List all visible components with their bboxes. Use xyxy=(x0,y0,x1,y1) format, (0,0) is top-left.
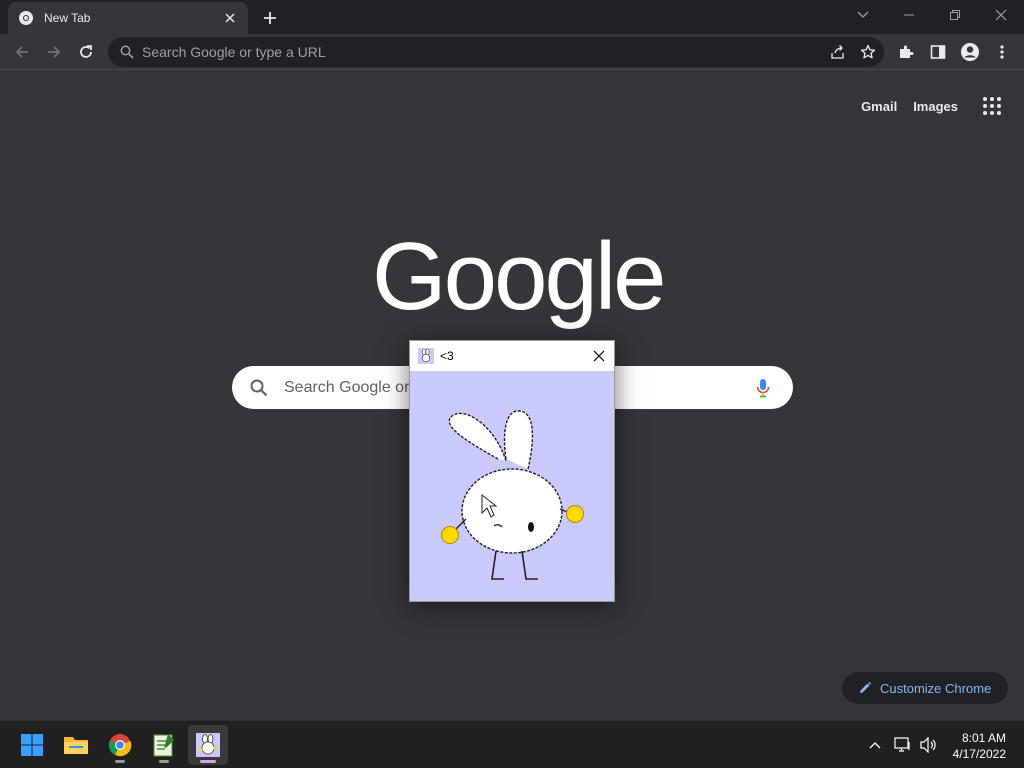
search-icon xyxy=(250,379,268,396)
arrow-left-icon xyxy=(15,46,28,58)
microphone-icon xyxy=(756,378,770,397)
taskbar-editor[interactable] xyxy=(144,725,184,765)
close-icon xyxy=(995,9,1007,21)
restore-button[interactable] xyxy=(932,0,978,30)
arrow-right-icon xyxy=(48,46,61,58)
network-button[interactable] xyxy=(892,735,914,755)
popup-canvas[interactable] xyxy=(410,371,614,601)
tab-new-tab[interactable]: New Tab xyxy=(8,2,248,34)
taskbar-file-explorer[interactable] xyxy=(56,725,96,765)
browser-toolbar: Search Google or type a URL xyxy=(0,34,1024,70)
customize-chrome-button[interactable]: Customize Chrome xyxy=(842,672,1008,704)
chrome-menu-button[interactable] xyxy=(988,38,1016,66)
start-button[interactable] xyxy=(12,725,52,765)
show-hidden-icons-button[interactable] xyxy=(864,735,886,755)
reload-icon xyxy=(80,45,92,58)
speaker-icon xyxy=(920,737,936,753)
taskbar-chrome[interactable] xyxy=(100,725,140,765)
bunny-illustration xyxy=(441,410,584,580)
restore-icon xyxy=(950,10,960,20)
chrome-icon xyxy=(108,734,132,757)
bunny-app-icon xyxy=(196,733,220,757)
forward-button[interactable] xyxy=(40,38,68,66)
popup-close-button[interactable] xyxy=(584,341,614,370)
more-vert-icon xyxy=(1000,45,1004,59)
close-window-button[interactable] xyxy=(978,0,1024,30)
plus-icon xyxy=(264,12,276,24)
puzzle-icon xyxy=(900,45,914,58)
omnibox[interactable]: Search Google or type a URL xyxy=(108,37,884,67)
clock-time: 8:01 AM xyxy=(961,731,1006,745)
popup-title: <3 xyxy=(440,348,454,363)
folder-icon xyxy=(64,737,88,754)
bookmark-button[interactable] xyxy=(854,38,882,66)
minimize-button[interactable] xyxy=(886,0,932,30)
reload-button[interactable] xyxy=(72,38,100,66)
apps-grid-icon[interactable] xyxy=(980,94,1004,118)
windows-taskbar: 8:01 AM 4/17/2022 xyxy=(0,720,1024,768)
pencil-icon xyxy=(860,681,872,693)
back-button[interactable] xyxy=(8,38,36,66)
clock-date: 4/17/2022 xyxy=(952,747,1006,761)
taskbar-bunny-app[interactable] xyxy=(188,725,228,765)
top-links: Gmail Images xyxy=(861,94,1004,118)
close-icon xyxy=(593,350,605,361)
google-logo: Google xyxy=(372,223,667,330)
share-button[interactable] xyxy=(824,38,852,66)
chevron-up-icon xyxy=(869,742,881,749)
tab-close-icon[interactable] xyxy=(222,10,238,26)
tab-title: New Tab xyxy=(44,11,91,25)
windows-logo-icon xyxy=(21,734,43,756)
running-indicator xyxy=(115,760,125,763)
chevron-down-icon xyxy=(857,11,869,18)
search-icon xyxy=(120,45,134,59)
star-icon xyxy=(860,44,876,59)
share-icon xyxy=(831,45,844,59)
images-link[interactable]: Images xyxy=(913,99,958,114)
chrome-icon xyxy=(19,11,33,25)
notepad-icon xyxy=(153,734,174,757)
bunny-app-icon xyxy=(418,347,434,364)
bunny-popup-window: <3 xyxy=(409,340,615,602)
voice-search-button[interactable] xyxy=(751,376,775,400)
minimize-icon xyxy=(904,14,914,16)
new-tab-button[interactable] xyxy=(258,6,282,30)
side-panel-button[interactable] xyxy=(924,38,952,66)
profile-button[interactable] xyxy=(956,38,984,66)
popup-titlebar[interactable]: <3 xyxy=(410,341,614,370)
customize-chrome-label: Customize Chrome xyxy=(880,680,992,696)
taskbar-clock[interactable]: 8:01 AM 4/17/2022 xyxy=(953,730,1006,762)
network-icon xyxy=(894,737,910,752)
extensions-button[interactable] xyxy=(892,38,920,66)
tab-search-button[interactable] xyxy=(840,0,886,30)
tab-strip: New Tab xyxy=(0,0,1024,34)
profile-icon xyxy=(961,43,979,61)
gmail-link[interactable]: Gmail xyxy=(861,99,897,114)
active-indicator xyxy=(200,760,216,763)
side-panel-icon xyxy=(930,45,946,59)
volume-button[interactable] xyxy=(918,735,940,755)
running-indicator xyxy=(159,760,169,763)
omnibox-placeholder: Search Google or type a URL xyxy=(142,44,326,60)
